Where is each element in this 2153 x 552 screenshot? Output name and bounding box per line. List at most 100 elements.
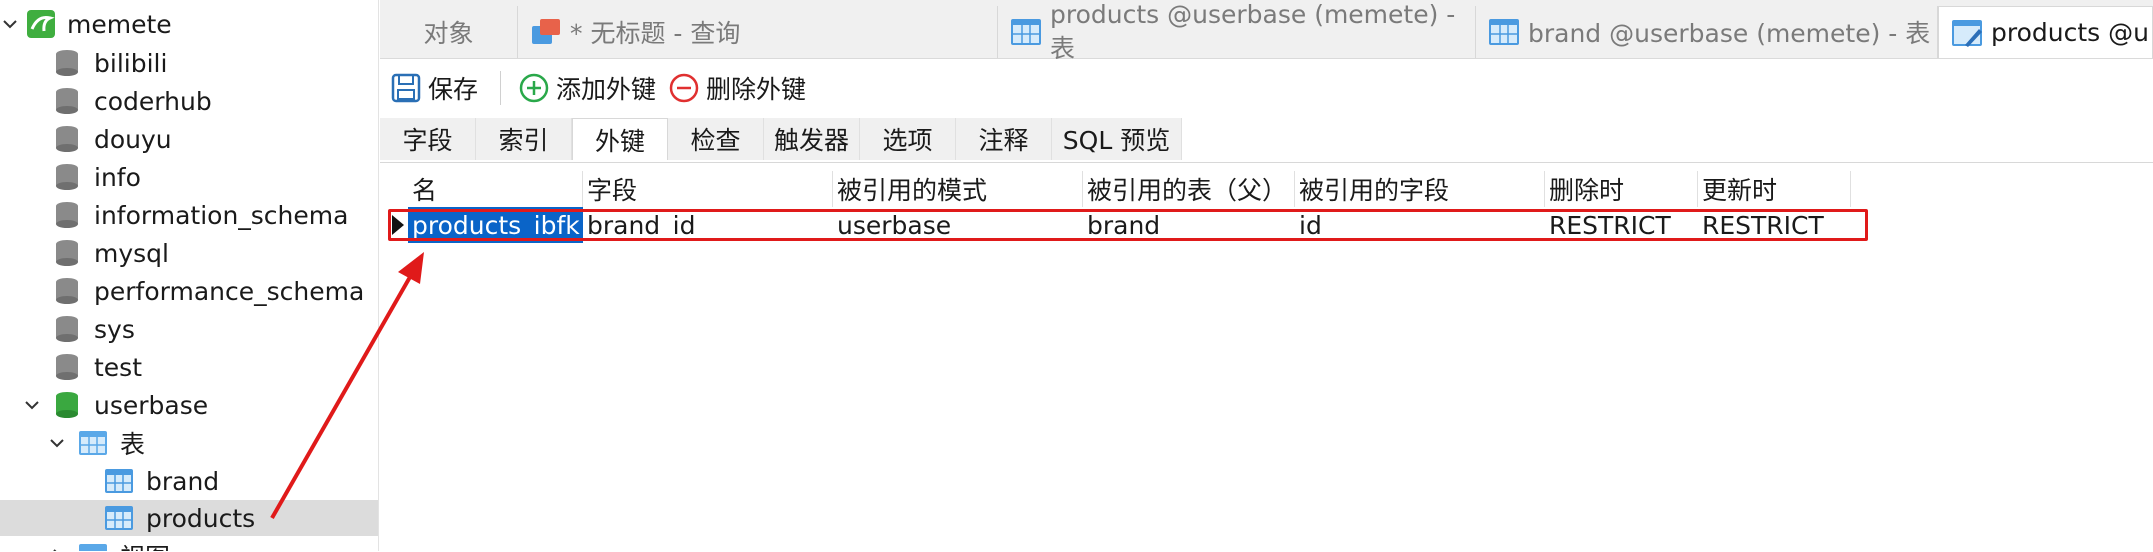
tree-table-brand[interactable]: brand (0, 463, 378, 499)
column-header-label: 被引用的字段 (1299, 176, 1450, 205)
tree-tables-folder[interactable]: 表 (0, 425, 378, 461)
database-icon (56, 316, 78, 342)
tab-label: * 无标题 - 查询 (570, 19, 741, 48)
database-icon (56, 88, 78, 114)
table-folder-icon (79, 431, 107, 455)
tab-objects[interactable]: 对象 (380, 6, 518, 58)
designer-tabs: 字段 索引 外键 检查 触发器 选项 注释 SQL 预览 (380, 116, 2153, 162)
add-foreign-key-label: 添加外键 (556, 75, 657, 104)
tab-label: brand @userbase (memete) - 表 (1528, 19, 1931, 48)
subtab-label: 索引 (498, 126, 549, 155)
column-header[interactable]: 更新时 (1698, 171, 1851, 207)
database-icon (56, 126, 78, 152)
tab-label: 对象 (423, 19, 474, 48)
toolbar: 保存 添加外键 删除外键 (380, 59, 2153, 115)
view-folder-icon (79, 544, 107, 551)
subtab-label: SQL 预览 (1062, 126, 1171, 155)
column-header-label: 名 (412, 176, 438, 205)
table-icon (105, 469, 133, 493)
save-button[interactable]: 保存 (390, 69, 478, 107)
tree-database-userbase[interactable]: userbase (0, 387, 378, 423)
column-header[interactable]: 被引用的模式 (833, 171, 1083, 207)
subtab-label: 触发器 (773, 126, 849, 155)
subtab-comment[interactable]: 注释 (956, 118, 1052, 160)
tree-database-label: bilibili (94, 48, 168, 78)
column-header-label: 被引用的模式 (837, 176, 988, 205)
subtab-foreign-keys[interactable]: 外键 (572, 118, 668, 160)
tree-database-label: userbase (94, 390, 209, 420)
tree-database-label: info (94, 162, 141, 192)
tree-table-label: products (146, 503, 256, 533)
tree-database[interactable]: coderhub (0, 83, 378, 119)
column-header[interactable]: 字段 (583, 171, 833, 207)
column-header[interactable]: 删除时 (1545, 171, 1698, 207)
tab-label: products @userbase (memete) - 表 (1050, 0, 1456, 63)
subtab-options[interactable]: 选项 (860, 118, 956, 160)
tree-database-label: information_schema (94, 200, 349, 230)
tree-database[interactable]: douyu (0, 121, 378, 157)
column-header-label: 删除时 (1549, 176, 1625, 205)
tab-brand-table[interactable]: brand @userbase (memete) - 表 (1476, 6, 1938, 58)
table-icon (1489, 19, 1519, 45)
subtab-checks[interactable]: 检查 (668, 118, 764, 160)
tree-database[interactable]: information_schema (0, 197, 378, 233)
tree-database[interactable]: mysql (0, 235, 378, 271)
navigation-tree: memete bilibili coderhub douyu info info… (0, 0, 379, 551)
column-header[interactable]: 被引用的表（父） (1083, 171, 1295, 207)
database-icon (56, 240, 78, 266)
tree-database[interactable]: bilibili (0, 45, 378, 81)
database-open-icon (56, 392, 78, 418)
tree-views-folder[interactable]: 视图 (0, 538, 378, 551)
column-header[interactable]: 名 (408, 171, 583, 207)
tree-database[interactable]: sys (0, 311, 378, 347)
subtab-label: 注释 (978, 126, 1029, 155)
add-foreign-key-button[interactable]: 添加外键 (518, 69, 656, 107)
database-icon (56, 164, 78, 190)
tree-connection-memete[interactable]: memete (0, 6, 378, 42)
tree-database-label: coderhub (94, 86, 212, 116)
mysql-connection-icon (27, 10, 55, 38)
chevron-down-icon[interactable] (47, 433, 67, 453)
tree-database[interactable]: test (0, 349, 378, 385)
subtab-triggers[interactable]: 触发器 (764, 118, 860, 160)
tree-database[interactable]: performance_schema (0, 273, 378, 309)
chevron-right-icon[interactable] (47, 546, 67, 551)
toolbar-divider (500, 71, 501, 105)
subtab-fields[interactable]: 字段 (380, 118, 476, 160)
subtab-sql-preview[interactable]: SQL 预览 (1052, 118, 1182, 160)
tab-products-design[interactable]: products @u (1938, 6, 2153, 58)
chevron-down-icon[interactable] (22, 395, 42, 415)
tab-query[interactable]: * 无标题 - 查询 (518, 6, 998, 58)
database-icon (56, 278, 78, 304)
subtab-label: 选项 (882, 126, 933, 155)
editor-pane: 对象 * 无标题 - 查询 products @userbase (memete… (380, 0, 2153, 552)
delete-foreign-key-button[interactable]: 删除外键 (668, 69, 806, 107)
database-icon (56, 50, 78, 76)
chevron-down-icon[interactable] (0, 14, 20, 34)
tree-database-label: test (94, 352, 143, 382)
delete-foreign-key-label: 删除外键 (706, 75, 807, 104)
tab-products-table[interactable]: products @userbase (memete) - 表 (998, 0, 1476, 63)
column-header-label: 更新时 (1702, 176, 1778, 205)
column-header-label: 字段 (587, 176, 638, 205)
remove-icon (669, 73, 699, 103)
query-icon (532, 19, 560, 44)
tree-database-label: sys (94, 314, 135, 344)
table-design-icon (1952, 19, 1982, 47)
save-icon (391, 73, 421, 103)
tree-database-label: performance_schema (94, 276, 365, 306)
tab-label: products @u (1991, 18, 2149, 47)
tree-tables-folder-label: 表 (120, 430, 146, 459)
tree-database-label: douyu (94, 124, 172, 154)
subtab-label: 外键 (594, 126, 645, 156)
tree-table-products[interactable]: products (0, 500, 378, 536)
tree-database[interactable]: info (0, 159, 378, 195)
column-header[interactable]: 被引用的字段 (1295, 171, 1545, 207)
tree-views-folder-label: 视图 (120, 538, 170, 551)
database-icon (56, 354, 78, 380)
tab-bar: 对象 * 无标题 - 查询 products @userbase (memete… (380, 0, 2153, 63)
highlight-box (388, 209, 1868, 241)
column-header-label: 被引用的表（父） (1087, 176, 1288, 205)
save-label: 保存 (428, 75, 479, 104)
subtab-indexes[interactable]: 索引 (476, 118, 572, 160)
